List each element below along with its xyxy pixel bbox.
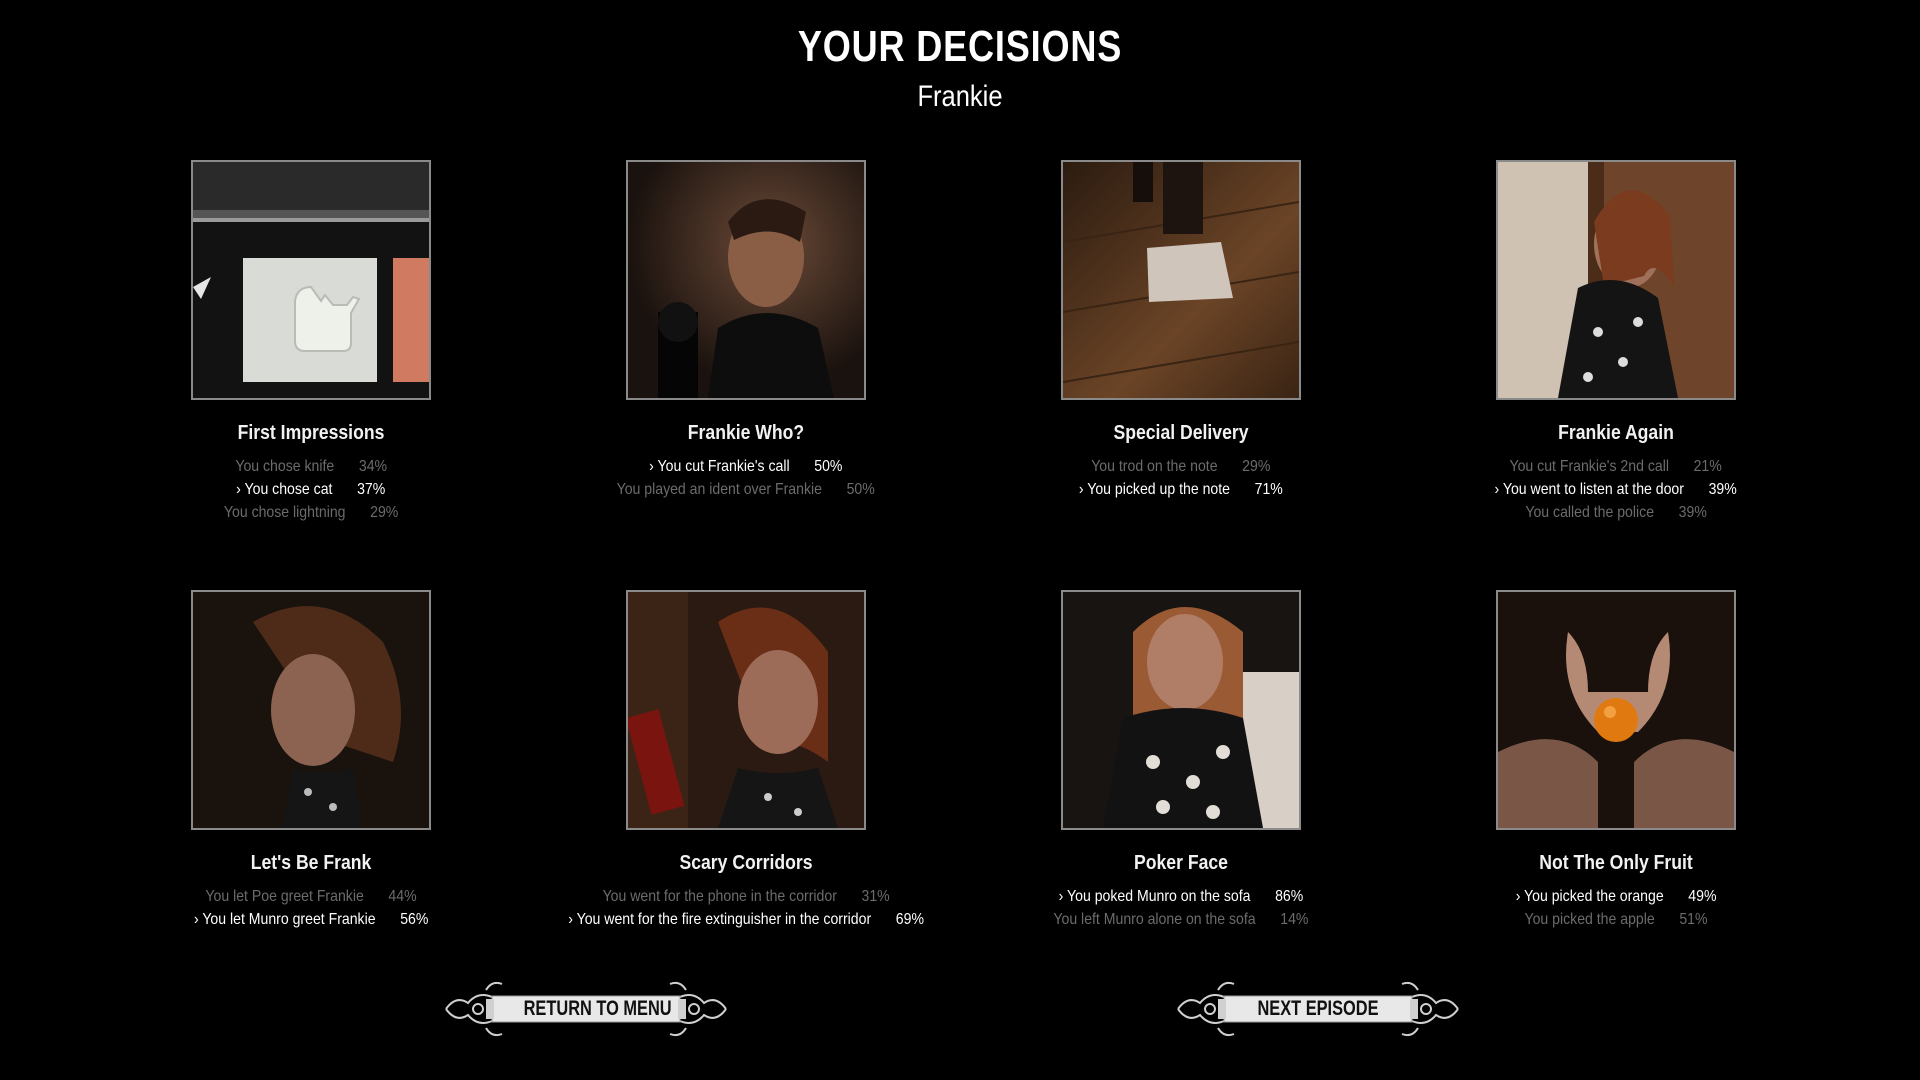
choice-list: › You picked the orange 49% You picked the…: [1356, 885, 1876, 931]
decision-card-frankie-again: Frankie Again You cut Frankie's 2nd call…: [1356, 160, 1876, 524]
choice-text: You chose lightning: [223, 504, 346, 521]
choice-row: You left Munro alone on the sofa 14%: [1053, 908, 1308, 931]
choice-percent: 14%: [1280, 911, 1309, 928]
choice-percent: 50%: [814, 458, 843, 475]
choice-row-selected: › You went to listen at the door 39%: [1495, 478, 1737, 501]
next-episode-button[interactable]: NEXT EPISODE: [1168, 976, 1468, 1042]
choice-text: › You picked the orange: [1515, 888, 1664, 905]
choice-row: You chose lightning 29%: [224, 501, 398, 524]
choice-text: › You went for the fire extinguisher in …: [568, 911, 872, 928]
choice-percent: 71%: [1254, 481, 1283, 498]
choice-percent: 49%: [1688, 888, 1717, 905]
choice-percent: 21%: [1693, 458, 1723, 475]
choice-row: You went for the phone in the corridor 31…: [602, 885, 889, 908]
choice-row-selected: › You let Munro greet Frankie 56%: [194, 908, 428, 931]
woman-profile-image: [191, 590, 431, 830]
card-title: Frankie Again: [1558, 422, 1674, 444]
choice-percent: 86%: [1275, 888, 1304, 905]
choice-text: You went for the phone in the corridor: [602, 888, 837, 905]
choice-percent: 69%: [895, 911, 924, 928]
choice-text: › You cut Frankie's call: [649, 458, 790, 475]
hands-holding-orange-image: [1496, 590, 1736, 830]
choice-text: › You went to listen at the door: [1494, 481, 1685, 498]
choice-text: You called the police: [1525, 504, 1654, 521]
choice-row: You chose knife 34%: [235, 455, 387, 478]
choice-percent: 29%: [370, 504, 399, 521]
choice-row-selected: › You picked up the note 71%: [1079, 478, 1283, 501]
choice-text: › You let Munro greet Frankie: [193, 911, 376, 928]
choice-percent: 56%: [400, 911, 429, 928]
choice-text: You played an ident over Frankie: [616, 481, 823, 498]
choice-row: You played an ident over Frankie 50%: [617, 478, 875, 501]
page-title: YOUR DECISIONS: [797, 22, 1123, 71]
choice-percent: 34%: [358, 458, 387, 475]
return-to-menu-label: RETURN TO MENU: [523, 997, 672, 1020]
choice-text: You trod on the note: [1091, 458, 1218, 475]
choice-row-selected: › You chose cat 37%: [236, 478, 385, 501]
choice-text: You picked the apple: [1524, 911, 1655, 928]
page-subtitle: Frankie: [917, 80, 1003, 113]
choice-row: You let Poe greet Frankie 44%: [205, 885, 416, 908]
choice-row: You picked the apple 51%: [1524, 908, 1707, 931]
choice-percent: 31%: [861, 888, 890, 905]
choice-row-selected: › You went for the fire extinguisher in …: [568, 908, 924, 931]
choice-row: You cut Frankie's 2nd call 21%: [1510, 455, 1722, 478]
woman-by-door-image: [1496, 160, 1736, 400]
choice-text: You cut Frankie's 2nd call: [1509, 458, 1670, 475]
card-title: Frankie Who?: [687, 422, 805, 444]
next-episode-label: NEXT EPISODE: [1257, 997, 1379, 1020]
cat-card-image: [191, 160, 431, 400]
choice-percent: 51%: [1679, 911, 1708, 928]
note-on-floor-image: [1061, 160, 1301, 400]
choice-percent: 29%: [1242, 458, 1271, 475]
choice-text: › You picked up the note: [1079, 481, 1231, 498]
choice-text: › You poked Munro on the sofa: [1058, 888, 1251, 905]
choice-percent: 44%: [388, 888, 417, 905]
choice-percent: 39%: [1708, 481, 1738, 498]
choice-percent: 50%: [846, 481, 876, 498]
choice-row: You trod on the note 29%: [1091, 455, 1270, 478]
woman-corridor-image: [626, 590, 866, 830]
choice-text: › You chose cat: [236, 481, 333, 498]
choice-row: You called the police 39%: [1525, 501, 1706, 524]
return-to-menu-button[interactable]: RETURN TO MENU: [436, 976, 736, 1042]
woman-on-sofa-image: [1061, 590, 1301, 830]
choice-percent: 39%: [1678, 504, 1707, 521]
card-title: Special Delivery: [1113, 422, 1249, 444]
card-title: Poker Face: [1134, 852, 1228, 874]
choice-row-selected: › You poked Munro on the sofa 86%: [1059, 885, 1304, 908]
choice-text: You let Poe greet Frankie: [205, 888, 364, 905]
decision-card-not-the-only-fruit: Not The Only Fruit › You picked the oran…: [1356, 590, 1876, 931]
choice-text: You chose knife: [235, 458, 335, 475]
choice-row-selected: › You picked the orange 49%: [1516, 885, 1717, 908]
choice-row-selected: › You cut Frankie's call 50%: [649, 455, 842, 478]
choice-text: You left Munro alone on the sofa: [1053, 911, 1256, 928]
card-title: First Impressions: [237, 422, 385, 444]
man-with-microphone-image: [626, 160, 866, 400]
card-title: Scary Corridors: [679, 852, 813, 874]
choice-percent: 37%: [357, 481, 386, 498]
choice-list: You cut Frankie's 2nd call 21% › You went …: [1356, 455, 1876, 524]
card-title: Not The Only Fruit: [1539, 852, 1693, 874]
card-title: Let's Be Frank: [250, 852, 372, 874]
